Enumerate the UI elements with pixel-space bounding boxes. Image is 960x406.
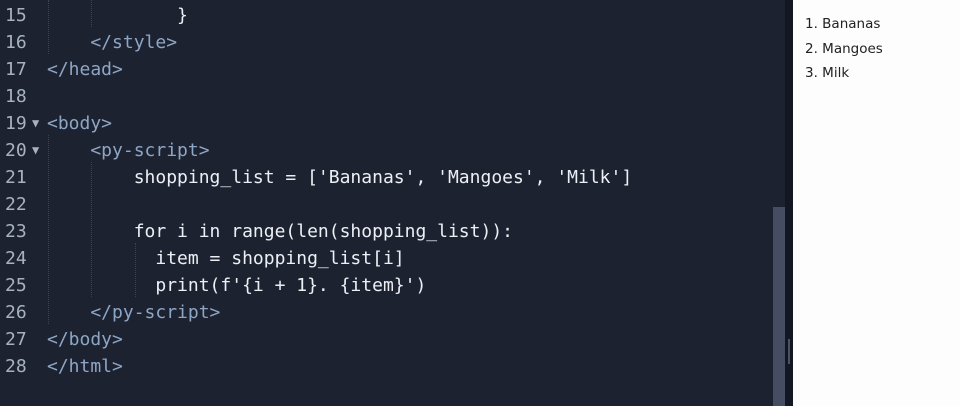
line-number: 18	[5, 86, 27, 107]
line-text: </style>	[47, 32, 178, 53]
line-number: 15	[5, 5, 27, 26]
code-line[interactable]: 18	[0, 83, 773, 110]
output-line: 3. Milk	[805, 65, 850, 81]
code-line[interactable]: 21 shopping_list = ['Bananas', 'Mangoes'…	[0, 164, 773, 191]
line-text: </head>	[47, 59, 123, 80]
editor-scrollbar-thumb[interactable]	[773, 207, 785, 406]
line-text: print(f'{i + 1}. {item}')	[47, 275, 427, 296]
code-line[interactable]: 25 print(f'{i + 1}. {item}')	[0, 272, 773, 299]
line-text: item = shopping_list[i]	[47, 248, 405, 269]
line-text: <body>	[47, 113, 113, 134]
pane-splitter[interactable]	[785, 0, 793, 406]
line-number: 22	[5, 194, 27, 215]
code-line[interactable]: 28 </html>	[0, 353, 773, 380]
line-number: 23	[5, 221, 27, 242]
line-number: 19	[5, 113, 27, 134]
line-number: 25	[5, 275, 27, 296]
line-text: shopping_list = ['Bananas', 'Mangoes', '…	[47, 167, 633, 188]
fold-arrow-icon[interactable]: ▼	[32, 137, 39, 164]
line-number: 21	[5, 167, 27, 188]
code-line[interactable]: 16 </style>	[0, 29, 773, 56]
line-number: 16	[5, 32, 27, 53]
code-line[interactable]: 24 item = shopping_list[i]	[0, 245, 773, 272]
code-line[interactable]: 26 </py-script>	[0, 299, 773, 326]
line-text: </html>	[47, 356, 123, 377]
code-line[interactable]: 20 ▼ <py-script>	[0, 137, 773, 164]
line-number: 28	[5, 356, 27, 377]
output-line: 2. Mangoes	[805, 40, 883, 57]
code-editor[interactable]: 15 } 16 </style> 17 </head> 18 19 ▼ <body> 20 ▼ <…	[0, 0, 785, 406]
code-line[interactable]: 27 </body>	[0, 326, 773, 353]
line-text: </py-script>	[47, 302, 221, 323]
code-line[interactable]: 17 </head>	[0, 56, 773, 83]
code-line[interactable]: 22	[0, 191, 773, 218]
code-line[interactable]: 15 }	[0, 2, 773, 29]
line-text: <py-script>	[47, 140, 210, 161]
line-number: 17	[5, 59, 27, 80]
line-text: for i in range(len(shopping_list)):	[47, 221, 513, 242]
output-pane: 1. Bananas 2. Mangoes 3. Milk	[793, 0, 960, 406]
line-text: }	[47, 5, 188, 26]
line-number: 27	[5, 329, 27, 350]
code-line[interactable]: 19 ▼ <body>	[0, 110, 773, 137]
line-number: 26	[5, 302, 27, 323]
output-line: 1. Bananas	[805, 16, 881, 32]
code-line[interactable]: 23 for i in range(len(shopping_list)):	[0, 218, 773, 245]
line-number: 20	[5, 140, 27, 161]
fold-arrow-icon[interactable]: ▼	[32, 110, 39, 137]
line-number: 24	[5, 248, 27, 269]
splitter-grip-icon[interactable]	[788, 339, 790, 364]
line-text: </body>	[47, 329, 123, 350]
